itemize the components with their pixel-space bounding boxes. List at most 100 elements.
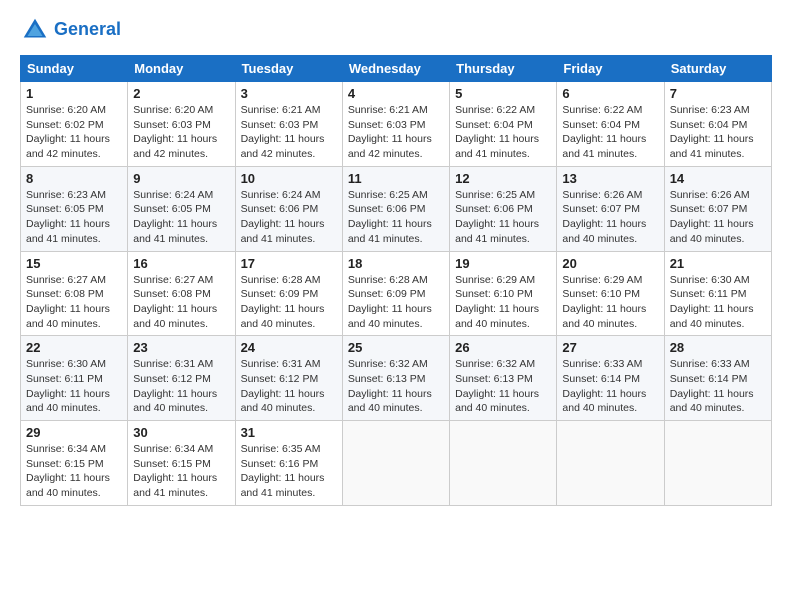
day-info: Sunrise: 6:20 AMSunset: 6:02 PMDaylight:… (26, 103, 122, 162)
day-info: Sunrise: 6:33 AMSunset: 6:14 PMDaylight:… (670, 357, 766, 416)
day-info: Sunrise: 6:28 AMSunset: 6:09 PMDaylight:… (241, 273, 337, 332)
calendar-week-row: 22 Sunrise: 6:30 AMSunset: 6:11 PMDayligh… (21, 336, 772, 421)
day-info: Sunrise: 6:35 AMSunset: 6:16 PMDaylight:… (241, 442, 337, 501)
day-number: 31 (241, 425, 337, 440)
day-info: Sunrise: 6:28 AMSunset: 6:09 PMDaylight:… (348, 273, 444, 332)
day-info: Sunrise: 6:32 AMSunset: 6:13 PMDaylight:… (348, 357, 444, 416)
calendar-cell: 31 Sunrise: 6:35 AMSunset: 6:16 PMDayligh… (235, 421, 342, 506)
calendar-day-header: Tuesday (235, 56, 342, 82)
calendar-cell: 24 Sunrise: 6:31 AMSunset: 6:12 PMDayligh… (235, 336, 342, 421)
day-info: Sunrise: 6:30 AMSunset: 6:11 PMDaylight:… (670, 273, 766, 332)
day-info: Sunrise: 6:23 AMSunset: 6:04 PMDaylight:… (670, 103, 766, 162)
day-info: Sunrise: 6:33 AMSunset: 6:14 PMDaylight:… (562, 357, 658, 416)
day-number: 20 (562, 256, 658, 271)
calendar-cell: 22 Sunrise: 6:30 AMSunset: 6:11 PMDayligh… (21, 336, 128, 421)
day-number: 12 (455, 171, 551, 186)
calendar-cell: 9 Sunrise: 6:24 AMSunset: 6:05 PMDaylight… (128, 166, 235, 251)
calendar-cell: 14 Sunrise: 6:26 AMSunset: 6:07 PMDayligh… (664, 166, 771, 251)
calendar-cell: 1 Sunrise: 6:20 AMSunset: 6:02 PMDaylight… (21, 82, 128, 167)
calendar-cell: 26 Sunrise: 6:32 AMSunset: 6:13 PMDayligh… (450, 336, 557, 421)
calendar-day-header: Saturday (664, 56, 771, 82)
calendar-week-row: 1 Sunrise: 6:20 AMSunset: 6:02 PMDaylight… (21, 82, 772, 167)
calendar-cell: 12Sunrise: 6:25 AMSunset: 6:06 PMDayligh… (450, 166, 557, 251)
calendar-cell (342, 421, 449, 506)
day-number: 13 (562, 171, 658, 186)
calendar-cell (557, 421, 664, 506)
calendar-cell: 19 Sunrise: 6:29 AMSunset: 6:10 PMDayligh… (450, 251, 557, 336)
calendar-cell: 13 Sunrise: 6:26 AMSunset: 6:07 PMDayligh… (557, 166, 664, 251)
day-number: 24 (241, 340, 337, 355)
page: General SundayMondayTuesdayWednesdayThur… (0, 0, 792, 612)
calendar-cell: 2Sunrise: 6:20 AMSunset: 6:03 PMDaylight… (128, 82, 235, 167)
calendar-cell (450, 421, 557, 506)
day-number: 18 (348, 256, 444, 271)
day-number: 8 (26, 171, 122, 186)
calendar-cell: 21Sunrise: 6:30 AMSunset: 6:11 PMDayligh… (664, 251, 771, 336)
day-info: Sunrise: 6:25 AMSunset: 6:06 PMDaylight:… (348, 188, 444, 247)
day-info: Sunrise: 6:21 AMSunset: 6:03 PMDaylight:… (241, 103, 337, 162)
day-info: Sunrise: 6:27 AMSunset: 6:08 PMDaylight:… (133, 273, 229, 332)
calendar-cell: 28 Sunrise: 6:33 AMSunset: 6:14 PMDayligh… (664, 336, 771, 421)
calendar-week-row: 29 Sunrise: 6:34 AMSunset: 6:15 PMDayligh… (21, 421, 772, 506)
day-number: 29 (26, 425, 122, 440)
calendar-cell: 8 Sunrise: 6:23 AMSunset: 6:05 PMDaylight… (21, 166, 128, 251)
calendar-week-row: 15Sunrise: 6:27 AMSunset: 6:08 PMDayligh… (21, 251, 772, 336)
day-info: Sunrise: 6:23 AMSunset: 6:05 PMDaylight:… (26, 188, 122, 247)
calendar-cell: 25Sunrise: 6:32 AMSunset: 6:13 PMDayligh… (342, 336, 449, 421)
calendar-day-header: Wednesday (342, 56, 449, 82)
day-info: Sunrise: 6:24 AMSunset: 6:06 PMDaylight:… (241, 188, 337, 247)
logo: General (20, 15, 121, 45)
day-number: 14 (670, 171, 766, 186)
calendar-cell: 15Sunrise: 6:27 AMSunset: 6:08 PMDayligh… (21, 251, 128, 336)
day-number: 4 (348, 86, 444, 101)
day-number: 11 (348, 171, 444, 186)
day-info: Sunrise: 6:31 AMSunset: 6:12 PMDaylight:… (133, 357, 229, 416)
calendar-day-header: Thursday (450, 56, 557, 82)
day-info: Sunrise: 6:34 AMSunset: 6:15 PMDaylight:… (26, 442, 122, 501)
calendar-header-row: SundayMondayTuesdayWednesdayThursdayFrid… (21, 56, 772, 82)
day-number: 30 (133, 425, 229, 440)
day-info: Sunrise: 6:26 AMSunset: 6:07 PMDaylight:… (562, 188, 658, 247)
day-info: Sunrise: 6:24 AMSunset: 6:05 PMDaylight:… (133, 188, 229, 247)
day-number: 26 (455, 340, 551, 355)
header: General (20, 15, 772, 45)
day-number: 22 (26, 340, 122, 355)
calendar-table: SundayMondayTuesdayWednesdayThursdayFrid… (20, 55, 772, 506)
day-info: Sunrise: 6:26 AMSunset: 6:07 PMDaylight:… (670, 188, 766, 247)
logo-icon (20, 15, 50, 45)
calendar-cell: 6 Sunrise: 6:22 AMSunset: 6:04 PMDaylight… (557, 82, 664, 167)
calendar-day-header: Monday (128, 56, 235, 82)
calendar-week-row: 8 Sunrise: 6:23 AMSunset: 6:05 PMDaylight… (21, 166, 772, 251)
day-number: 6 (562, 86, 658, 101)
day-info: Sunrise: 6:29 AMSunset: 6:10 PMDaylight:… (455, 273, 551, 332)
day-number: 1 (26, 86, 122, 101)
day-number: 10 (241, 171, 337, 186)
calendar-cell: 27 Sunrise: 6:33 AMSunset: 6:14 PMDayligh… (557, 336, 664, 421)
day-info: Sunrise: 6:29 AMSunset: 6:10 PMDaylight:… (562, 273, 658, 332)
day-info: Sunrise: 6:22 AMSunset: 6:04 PMDaylight:… (455, 103, 551, 162)
calendar-cell: 4Sunrise: 6:21 AMSunset: 6:03 PMDaylight… (342, 82, 449, 167)
calendar-cell: 30 Sunrise: 6:34 AMSunset: 6:15 PMDayligh… (128, 421, 235, 506)
day-number: 23 (133, 340, 229, 355)
day-number: 28 (670, 340, 766, 355)
calendar-cell: 23 Sunrise: 6:31 AMSunset: 6:12 PMDayligh… (128, 336, 235, 421)
calendar-day-header: Friday (557, 56, 664, 82)
calendar-cell: 20 Sunrise: 6:29 AMSunset: 6:10 PMDayligh… (557, 251, 664, 336)
day-number: 27 (562, 340, 658, 355)
calendar-cell: 5 Sunrise: 6:22 AMSunset: 6:04 PMDaylight… (450, 82, 557, 167)
day-number: 5 (455, 86, 551, 101)
day-info: Sunrise: 6:34 AMSunset: 6:15 PMDaylight:… (133, 442, 229, 501)
logo-text: General (54, 20, 121, 40)
calendar-cell: 29 Sunrise: 6:34 AMSunset: 6:15 PMDayligh… (21, 421, 128, 506)
calendar-day-header: Sunday (21, 56, 128, 82)
day-info: Sunrise: 6:20 AMSunset: 6:03 PMDaylight:… (133, 103, 229, 162)
day-info: Sunrise: 6:31 AMSunset: 6:12 PMDaylight:… (241, 357, 337, 416)
day-number: 19 (455, 256, 551, 271)
day-number: 9 (133, 171, 229, 186)
day-number: 17 (241, 256, 337, 271)
day-info: Sunrise: 6:30 AMSunset: 6:11 PMDaylight:… (26, 357, 122, 416)
calendar-cell (664, 421, 771, 506)
day-info: Sunrise: 6:22 AMSunset: 6:04 PMDaylight:… (562, 103, 658, 162)
calendar-cell: 3Sunrise: 6:21 AMSunset: 6:03 PMDaylight… (235, 82, 342, 167)
day-info: Sunrise: 6:32 AMSunset: 6:13 PMDaylight:… (455, 357, 551, 416)
